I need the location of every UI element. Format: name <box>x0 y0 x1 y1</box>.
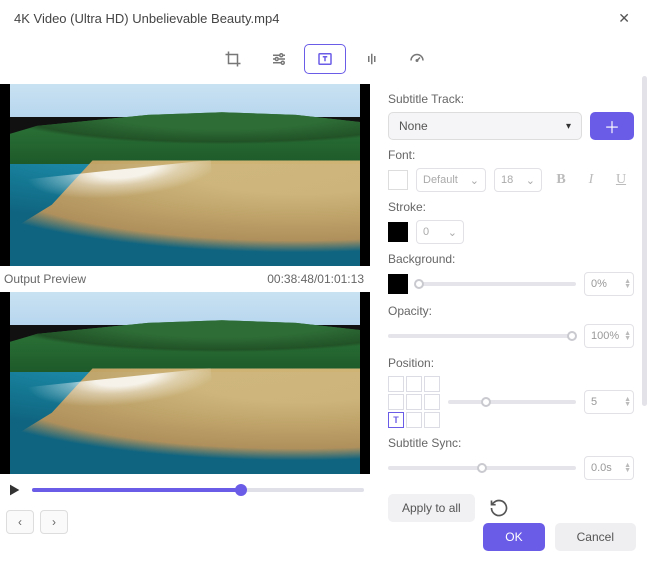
position-slider[interactable] <box>448 400 576 404</box>
add-subtitle-button[interactable]: ＋ <box>590 112 634 140</box>
font-size-select[interactable]: 18 ⌄ <box>494 168 542 192</box>
ok-button[interactable]: OK <box>483 523 544 551</box>
reset-icon[interactable] <box>489 498 509 518</box>
font-label: Font: <box>388 148 634 162</box>
opacity-slider[interactable] <box>388 334 576 338</box>
crop-icon[interactable] <box>212 44 254 74</box>
position-spinner[interactable]: 5▲▼ <box>584 390 634 414</box>
italic-button[interactable]: I <box>580 169 602 191</box>
audio-icon[interactable] <box>350 44 392 74</box>
chevron-down-icon: ⌄ <box>448 226 457 239</box>
speed-icon[interactable] <box>396 44 438 74</box>
sync-label: Subtitle Sync: <box>388 436 634 450</box>
next-button[interactable]: › <box>40 510 68 534</box>
opacity-spinner[interactable]: 100%▲▼ <box>584 324 634 348</box>
font-family-value: Default <box>423 174 458 186</box>
stroke-value: 0 <box>423 226 429 238</box>
position-grid[interactable]: T <box>388 376 440 428</box>
background-spinner[interactable]: 0%▲▼ <box>584 272 634 296</box>
seek-slider[interactable] <box>32 488 364 492</box>
sync-value: 0.0s <box>591 462 612 474</box>
position-cell[interactable] <box>406 376 422 392</box>
stroke-label: Stroke: <box>388 200 634 214</box>
chevron-down-icon: ⌄ <box>526 174 535 187</box>
close-icon[interactable]: ✕ <box>612 8 636 29</box>
subtitle-track-select[interactable]: None ▾ <box>388 112 582 140</box>
position-cell[interactable] <box>406 412 422 428</box>
font-family-select[interactable]: Default ⌄ <box>416 168 486 192</box>
chevron-down-icon: ▾ <box>566 121 571 132</box>
opacity-label: Opacity: <box>388 304 634 318</box>
position-cell[interactable] <box>388 394 404 410</box>
scrollbar[interactable] <box>642 76 647 406</box>
edit-toolbar <box>0 38 650 84</box>
font-size-value: 18 <box>501 174 513 186</box>
sync-slider[interactable] <box>388 466 576 470</box>
position-value: 5 <box>591 396 597 408</box>
underline-button[interactable]: U <box>610 169 632 191</box>
subtitle-track-label: Subtitle Track: <box>388 92 634 106</box>
window-title: 4K Video (Ultra HD) Unbelievable Beauty.… <box>14 11 612 26</box>
position-label: Position: <box>388 356 634 370</box>
font-color-swatch[interactable] <box>388 170 408 190</box>
background-color-swatch[interactable] <box>388 274 408 294</box>
apply-to-all-button[interactable]: Apply to all <box>388 494 475 522</box>
background-label: Background: <box>388 252 634 266</box>
preview-label: Output Preview <box>4 272 86 286</box>
cancel-button[interactable]: Cancel <box>555 523 636 551</box>
subtitle-icon[interactable] <box>304 44 346 74</box>
stroke-size-select[interactable]: 0⌄ <box>416 220 464 244</box>
position-cell-selected[interactable]: T <box>388 412 404 428</box>
subtitle-track-value: None <box>399 119 428 133</box>
position-cell[interactable] <box>388 376 404 392</box>
stroke-color-swatch[interactable] <box>388 222 408 242</box>
position-cell[interactable] <box>424 376 440 392</box>
play-button[interactable] <box>6 482 22 498</box>
preview-time: 00:38:48/01:01:13 <box>267 272 364 286</box>
prev-button[interactable]: ‹ <box>6 510 34 534</box>
sync-spinner[interactable]: 0.0s▲▼ <box>584 456 634 480</box>
opacity-value: 100% <box>591 330 619 342</box>
bold-button[interactable]: B <box>550 169 572 191</box>
chevron-down-icon: ⌄ <box>470 174 479 187</box>
adjust-icon[interactable] <box>258 44 300 74</box>
position-cell[interactable] <box>424 412 440 428</box>
background-value: 0% <box>591 278 607 290</box>
output-preview <box>0 292 370 474</box>
position-cell[interactable] <box>406 394 422 410</box>
original-preview <box>0 84 370 266</box>
background-slider[interactable] <box>416 282 576 286</box>
position-cell[interactable] <box>424 394 440 410</box>
